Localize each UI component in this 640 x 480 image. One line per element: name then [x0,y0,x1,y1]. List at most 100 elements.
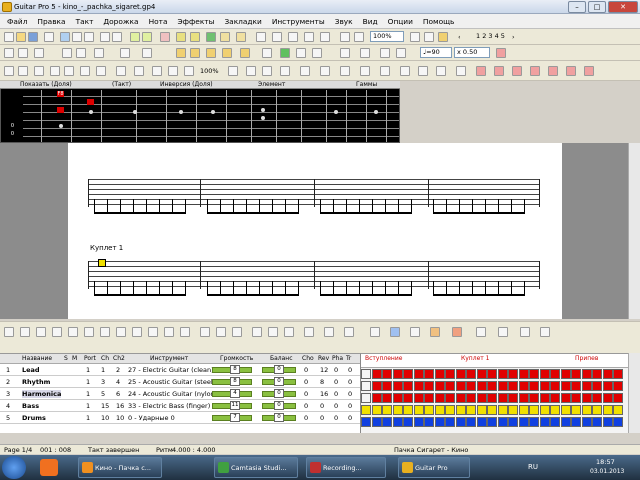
track-name[interactable]: Drums [22,414,46,422]
track-icon[interactable] [160,32,170,42]
track-tremolo[interactable]: 0 [348,366,352,374]
timeline-cell[interactable] [539,393,550,403]
timeline-cell[interactable] [592,381,602,391]
timeline-cell[interactable] [497,381,508,391]
tool-icon[interactable] [284,327,294,337]
tool-icon[interactable] [452,327,462,337]
timeline-cell[interactable] [403,393,413,403]
track-tremolo[interactable]: 0 [348,390,352,398]
key-icon[interactable] [236,32,246,42]
timeline-cell[interactable] [539,369,550,379]
harmonic-icon[interactable] [476,66,486,76]
timeline-row[interactable] [361,416,629,428]
fast-forward-icon[interactable] [312,48,322,58]
page-numbers[interactable]: 1 2 3 4 5 [476,32,505,40]
track-tremolo[interactable]: 0 [348,414,352,422]
sixty-fourth-note-icon[interactable] [96,66,106,76]
multi-track-icon[interactable] [424,32,434,42]
timeline-cell[interactable] [371,369,382,379]
timeline-cell[interactable] [592,393,602,403]
track-name[interactable]: Bass [22,402,39,410]
timeline-cell[interactable] [371,405,382,415]
timeline-cell[interactable] [581,381,592,391]
timeline-cell[interactable] [445,417,455,427]
timeline-cell[interactable] [550,369,560,379]
save-icon[interactable] [28,32,38,42]
timeline-cell[interactable] [434,381,445,391]
timeline-cell[interactable] [602,381,613,391]
stroke-icon[interactable] [566,66,576,76]
timeline-cell[interactable] [445,369,455,379]
delete-bar-icon[interactable] [34,48,44,58]
tool-icon[interactable] [164,327,174,337]
timeline-cell[interactable] [371,381,382,391]
timeline-cell[interactable] [581,405,592,415]
language-indicator[interactable]: RU [528,463,538,471]
timeline-cell[interactable] [497,417,508,427]
timeline-cell[interactable] [392,369,403,379]
track-reverb[interactable]: 16 [320,390,328,398]
timeline-cell[interactable] [613,381,623,391]
timeline-cell[interactable] [529,381,539,391]
maximize-button[interactable]: □ [588,1,606,13]
track-tremolo[interactable]: 0 [348,378,352,386]
timeline-cell[interactable] [476,381,487,391]
grace-note-icon[interactable] [228,66,238,76]
fretboard[interactable]: F8 0 0 [0,81,400,143]
track-row[interactable]: 2 Rhythm 1 3 4 25 - Acoustic Guitar (ste… [0,376,360,388]
grid-icon[interactable] [288,32,298,42]
timeline-cell[interactable] [361,381,371,391]
vibrato-icon[interactable] [360,66,370,76]
track-phaser[interactable]: 0 [334,366,338,374]
timeline-cell[interactable] [361,417,371,427]
tool-icon[interactable] [324,327,334,337]
timeline-cell[interactable] [581,393,592,403]
chord-icon[interactable] [176,48,186,58]
track-port[interactable]: 1 [86,366,90,374]
time-signature-icon[interactable] [142,48,152,58]
loop-icon[interactable] [340,48,350,58]
menu-markers[interactable]: Закладки [219,17,266,26]
track-chorus[interactable]: 0 [304,378,308,386]
timeline-cell[interactable] [392,417,403,427]
mode2-icon[interactable] [142,32,152,42]
timeline-cell[interactable] [497,369,508,379]
menu-sound[interactable]: Звук [330,17,358,26]
track-channel[interactable]: 1 [101,366,105,374]
timeline-cell[interactable] [361,405,371,415]
fret-element[interactable]: Элемент [258,81,285,89]
tool-icon[interactable] [252,327,262,337]
timeline-cell[interactable] [434,405,445,415]
timeline-cell[interactable] [434,393,445,403]
timeline-cell[interactable] [424,393,434,403]
timeline-cell[interactable] [571,381,581,391]
tool-icon[interactable] [520,327,530,337]
layout-icon[interactable] [320,32,330,42]
timeline-cell[interactable] [476,393,487,403]
track-reverb[interactable]: 12 [320,366,328,374]
tool-icon[interactable] [410,327,420,337]
tool-icon[interactable] [344,327,354,337]
timeline-cell[interactable] [518,381,529,391]
timeline-cell[interactable] [445,393,455,403]
taskbar-guitar-pro[interactable]: Guitar Pro [398,457,470,478]
timeline-cell[interactable] [550,405,560,415]
timeline-cell[interactable] [476,417,487,427]
ghost-note-icon[interactable] [262,66,272,76]
track-channel2[interactable]: 10 [116,414,124,422]
timeline-cell[interactable] [592,369,602,379]
hammer-icon[interactable] [456,66,466,76]
timeline-cell[interactable] [539,381,550,391]
track-name[interactable]: Rhythm [22,378,50,386]
timeline-cell[interactable] [487,393,497,403]
palm-mute-icon[interactable] [320,66,330,76]
timeline-cell[interactable] [508,417,518,427]
track-phaser[interactable]: 0 [334,402,338,410]
lock-icon[interactable] [220,32,230,42]
repeat-close-icon[interactable] [76,48,86,58]
tool-icon[interactable] [370,327,380,337]
timeline-cell[interactable] [382,405,392,415]
timeline-cell[interactable] [571,417,581,427]
timeline-cell[interactable] [560,417,571,427]
timeline-cell[interactable] [602,369,613,379]
